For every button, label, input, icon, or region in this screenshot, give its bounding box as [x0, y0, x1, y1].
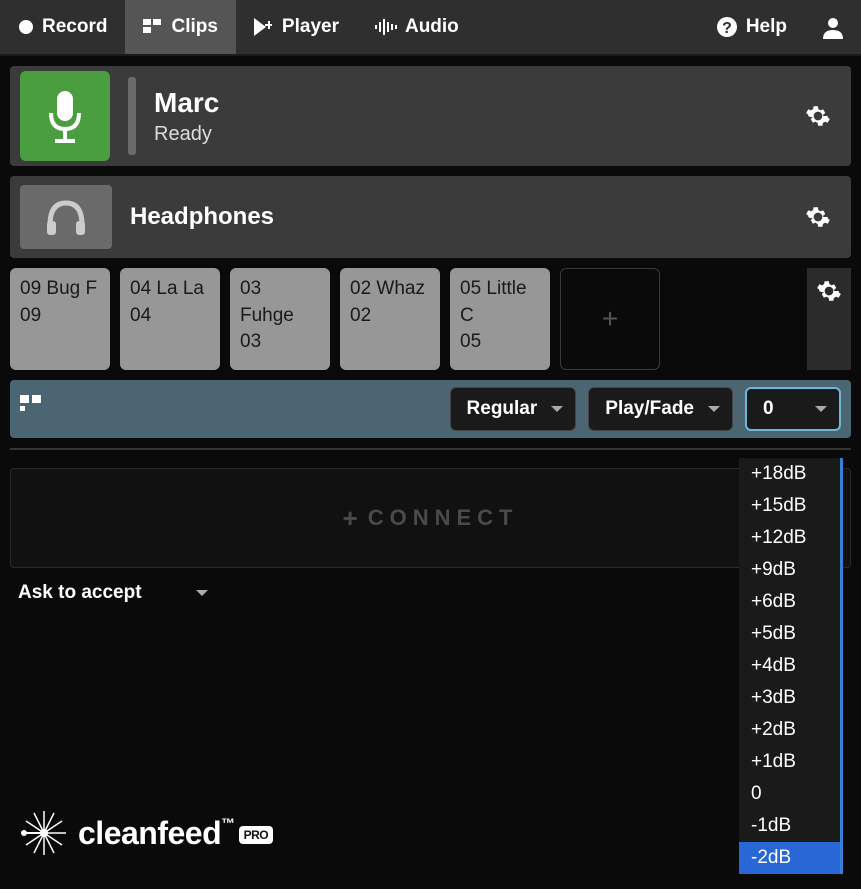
chevron-down-icon [708, 406, 720, 412]
clip-slot[interactable]: 09 Bug F 09 [10, 268, 110, 370]
user-icon [821, 15, 845, 39]
clips-icon [143, 19, 163, 35]
gain-option[interactable]: -1dB [739, 810, 840, 842]
gain-option[interactable]: +9dB [739, 554, 840, 586]
clip-line2: 03 [240, 329, 320, 356]
nav-help-label: Help [746, 16, 787, 38]
gain-option[interactable]: +15dB [739, 490, 840, 522]
mode-label: Regular [467, 398, 538, 420]
mic-settings-button[interactable] [803, 101, 833, 131]
mic-status: Ready [154, 123, 785, 146]
clip-line1: 02 Whaz [350, 276, 430, 303]
chevron-down-icon [196, 590, 208, 596]
connect-button[interactable]: + CONNECT [10, 468, 851, 568]
clip-line2: 05 [460, 329, 540, 356]
clip-control-bar: Regular Play/Fade 0 [10, 380, 851, 438]
mode-dropdown[interactable]: Regular [450, 387, 577, 431]
record-icon [18, 19, 34, 35]
nav-help[interactable]: ? Help [698, 0, 805, 54]
player-icon [254, 18, 274, 36]
nav-record[interactable]: Record [0, 0, 125, 54]
gain-option[interactable]: +2dB [739, 714, 840, 746]
nav-player-label: Player [282, 16, 339, 38]
ask-label: Ask to accept [18, 582, 142, 604]
chevron-down-icon [551, 406, 563, 412]
clip-slot[interactable]: 02 Whaz 02 [340, 268, 440, 370]
nav-audio-label: Audio [405, 16, 459, 38]
nav-clips[interactable]: Clips [125, 0, 235, 54]
microphone-icon [45, 89, 85, 143]
nav-clips-label: Clips [171, 16, 217, 38]
plus-icon: + [343, 503, 358, 534]
gain-option[interactable]: +4dB [739, 650, 840, 682]
logo-sunburst-icon [20, 809, 68, 857]
layout-icon[interactable] [20, 395, 48, 423]
add-clip-button[interactable]: + [560, 268, 660, 370]
clip-line1: 03 Fuhge [240, 276, 320, 329]
brand-logo: cleanfeed™PRO [20, 809, 273, 857]
help-icon: ? [716, 16, 738, 38]
logo-text: cleanfeed™PRO [78, 815, 273, 852]
divider [10, 448, 851, 450]
nav-player[interactable]: Player [236, 0, 357, 54]
top-nav: Record Clips Player Audio ? Help [0, 0, 861, 56]
clip-slot[interactable]: 03 Fuhge 03 [230, 268, 330, 370]
gain-option[interactable]: +6dB [739, 586, 840, 618]
gain-label: 0 [763, 398, 774, 420]
mic-title: Marc [154, 87, 785, 119]
ask-to-accept-dropdown[interactable]: Ask to accept [18, 582, 843, 604]
playback-dropdown[interactable]: Play/Fade [588, 387, 733, 431]
headphones-panel: Headphones [10, 176, 851, 258]
gain-option[interactable]: +12dB [739, 522, 840, 554]
nav-record-label: Record [42, 16, 107, 38]
plus-icon: + [602, 303, 618, 335]
connect-label: CONNECT [368, 505, 519, 531]
gain-option[interactable]: 0 [739, 778, 840, 810]
mic-panel: Marc Ready [10, 66, 851, 166]
clip-line2: 09 [20, 303, 100, 330]
clip-slot[interactable]: 04 La La 04 [120, 268, 220, 370]
headphones-settings-button[interactable] [803, 202, 833, 232]
gain-menu: +18dB +15dB +12dB +9dB +6dB +5dB +4dB +3… [739, 458, 843, 874]
headphones-icon [44, 197, 88, 237]
gain-option[interactable]: +5dB [739, 618, 840, 650]
clip-line1: 09 Bug F [20, 276, 100, 303]
gain-option[interactable]: +3dB [739, 682, 840, 714]
playback-label: Play/Fade [605, 398, 694, 420]
clip-slot[interactable]: 05 Little C 05 [450, 268, 550, 370]
mic-toggle[interactable] [20, 71, 110, 161]
audio-icon [375, 18, 397, 36]
gain-option[interactable]: -2dB [739, 842, 840, 874]
clip-line1: 04 La La [130, 276, 210, 303]
headphones-toggle[interactable] [20, 185, 112, 249]
clip-line1: 05 Little C [460, 276, 540, 329]
clips-settings-button[interactable] [807, 268, 851, 370]
clip-line2: 04 [130, 303, 210, 330]
clip-line2: 02 [350, 303, 430, 330]
nav-user[interactable] [805, 0, 861, 55]
gear-icon [816, 278, 842, 304]
svg-text:?: ? [722, 20, 732, 37]
gain-option[interactable]: +18dB [739, 458, 840, 490]
clips-row: 09 Bug F 09 04 La La 04 03 Fuhge 03 02 W… [10, 268, 851, 370]
headphones-title: Headphones [130, 203, 785, 231]
gain-dropdown[interactable]: 0 [745, 387, 841, 431]
gear-icon [805, 103, 831, 129]
gain-option[interactable]: +1dB [739, 746, 840, 778]
nav-audio[interactable]: Audio [357, 0, 477, 54]
gear-icon [805, 204, 831, 230]
level-meter [128, 77, 136, 155]
chevron-down-icon [815, 406, 827, 412]
